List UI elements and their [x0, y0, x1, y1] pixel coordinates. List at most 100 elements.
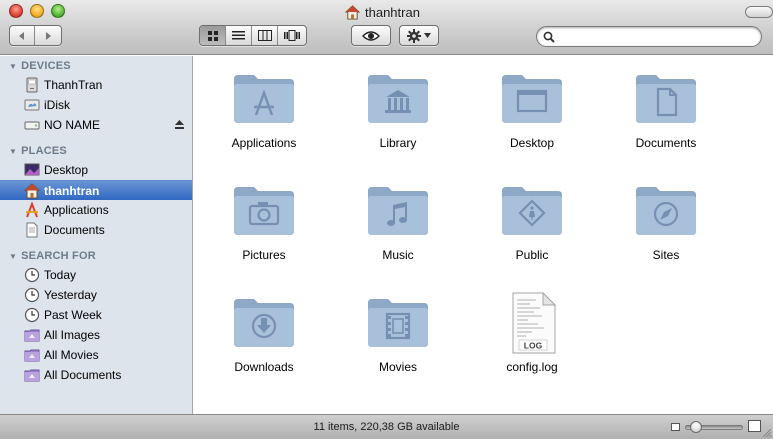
- back-button[interactable]: [10, 26, 35, 45]
- file-label: Sites: [652, 248, 680, 262]
- window-toolbar: thanhtran: [0, 0, 773, 55]
- disclosure-triangle-icon: ▼: [9, 146, 18, 156]
- coverflow-view-button[interactable]: [278, 26, 306, 45]
- documents-folder-icon: [636, 75, 696, 123]
- quick-look-button[interactable]: [351, 25, 391, 46]
- back-forward-control: [9, 25, 62, 46]
- file-item-pictures[interactable]: Pictures: [199, 168, 329, 268]
- window-title: thanhtran: [345, 4, 420, 21]
- file-item-downloads[interactable]: Downloads: [199, 280, 329, 380]
- clock-icon: [24, 287, 40, 303]
- toolbar-toggle-button[interactable]: [745, 6, 773, 18]
- file-label: Movies: [378, 360, 417, 374]
- action-menu-button[interactable]: [399, 25, 439, 46]
- sidebar-item-thanhtran-computer[interactable]: ThanhTran: [0, 75, 192, 95]
- file-item-public[interactable]: Public: [467, 168, 597, 268]
- downloads-folder-icon: [234, 299, 294, 347]
- sidebar-item-today[interactable]: Today: [0, 265, 192, 285]
- eject-icon[interactable]: [174, 119, 185, 130]
- search-field[interactable]: [536, 26, 762, 47]
- desktop-folder-icon: [502, 75, 562, 123]
- file-item-movies[interactable]: Movies: [333, 280, 463, 380]
- sidebar-item-applications[interactable]: Applications: [0, 200, 192, 220]
- disclosure-triangle-icon: ▼: [9, 61, 18, 71]
- close-window-button[interactable]: [9, 4, 23, 18]
- library-folder-icon: [368, 75, 428, 123]
- drive-icon: [24, 121, 40, 130]
- status-text: 11 items, 220,38 GB available: [313, 421, 460, 433]
- idisk-icon: [24, 99, 40, 111]
- sidebar-item-past-week[interactable]: Past Week: [0, 305, 192, 325]
- list-view-button[interactable]: [226, 26, 252, 45]
- file-item-desktop[interactable]: Desktop: [467, 56, 597, 156]
- file-label: Music: [382, 248, 414, 262]
- file-label: Public: [515, 248, 549, 262]
- sites-folder-icon: [636, 187, 696, 235]
- minimize-window-button[interactable]: [30, 4, 44, 18]
- home-icon: [345, 5, 360, 20]
- smart-folder-icon: [24, 369, 40, 382]
- list-view-icon: [232, 31, 245, 40]
- file-item-library[interactable]: Library: [333, 56, 463, 156]
- file-browser-pane[interactable]: Applications Library Desktop Documents P…: [194, 56, 773, 414]
- icon-size-slider[interactable]: [685, 421, 743, 433]
- file-label: Applications: [231, 136, 297, 150]
- file-label: config.log: [506, 360, 558, 374]
- sidebar-item-yesterday[interactable]: Yesterday: [0, 285, 192, 305]
- sidebar-header-devices[interactable]: ▼ DEVICES: [9, 60, 71, 72]
- view-mode-control: [199, 25, 307, 46]
- file-item-music[interactable]: Music: [333, 168, 463, 268]
- file-label: Pictures: [242, 248, 286, 262]
- column-view-button[interactable]: [252, 26, 278, 45]
- log-file-icon: LOG: [512, 291, 557, 354]
- forward-icon: [46, 31, 51, 40]
- sidebar-header-search-for[interactable]: ▼ SEARCH FOR: [9, 250, 96, 262]
- disclosure-triangle-icon: ▼: [9, 251, 18, 261]
- applications-folder-icon: [234, 75, 294, 123]
- clock-icon: [24, 267, 40, 283]
- sidebar-item-all-documents[interactable]: All Documents: [0, 365, 192, 385]
- applications-icon: [26, 202, 38, 218]
- log-badge: LOG: [524, 341, 543, 351]
- desktop-icon: [24, 163, 40, 176]
- eye-icon: [362, 30, 380, 41]
- file-label: Downloads: [234, 360, 294, 374]
- smart-folder-icon: [24, 329, 40, 342]
- search-icon: [543, 31, 555, 43]
- documents-icon: [26, 222, 38, 238]
- large-icon-size-icon: [748, 420, 761, 432]
- back-icon: [19, 31, 24, 40]
- chevron-down-icon: [424, 33, 431, 38]
- file-item-applications[interactable]: Applications: [199, 56, 329, 156]
- resize-grip-icon[interactable]: [761, 427, 771, 437]
- sidebar-item-thanhtran-home[interactable]: thanhtran: [0, 180, 192, 200]
- music-folder-icon: [368, 187, 428, 235]
- icon-size-slider-knob[interactable]: [690, 421, 702, 433]
- file-item-documents[interactable]: Documents: [601, 56, 731, 156]
- file-label: Documents: [635, 136, 697, 150]
- sidebar-item-all-images[interactable]: All Images: [0, 325, 192, 345]
- forward-button[interactable]: [35, 26, 61, 45]
- icon-view-icon: [207, 30, 218, 41]
- computer-icon: [26, 77, 38, 93]
- sidebar-item-no-name[interactable]: NO NAME: [0, 115, 192, 135]
- sidebar-item-documents[interactable]: Documents: [0, 220, 192, 240]
- file-item-sites[interactable]: Sites: [601, 168, 731, 268]
- file-item-config-log[interactable]: LOG config.log: [467, 280, 597, 380]
- sidebar-item-desktop[interactable]: Desktop: [0, 160, 192, 180]
- smart-folder-icon: [24, 349, 40, 362]
- coverflow-view-icon: [284, 30, 300, 41]
- column-view-icon: [257, 30, 272, 41]
- status-bar: 11 items, 220,38 GB available: [0, 414, 773, 439]
- file-label: Library: [379, 136, 417, 150]
- search-input[interactable]: [559, 29, 749, 44]
- zoom-window-button[interactable]: [51, 4, 65, 18]
- sidebar-item-all-movies[interactable]: All Movies: [0, 345, 192, 365]
- public-folder-icon: [502, 187, 562, 235]
- pictures-folder-icon: [234, 187, 294, 235]
- icon-view-button[interactable]: [200, 26, 226, 45]
- clock-icon: [24, 307, 40, 323]
- movies-folder-icon: [368, 299, 428, 347]
- sidebar-header-places[interactable]: ▼ PLACES: [9, 145, 67, 157]
- sidebar-item-idisk[interactable]: iDisk: [0, 95, 192, 115]
